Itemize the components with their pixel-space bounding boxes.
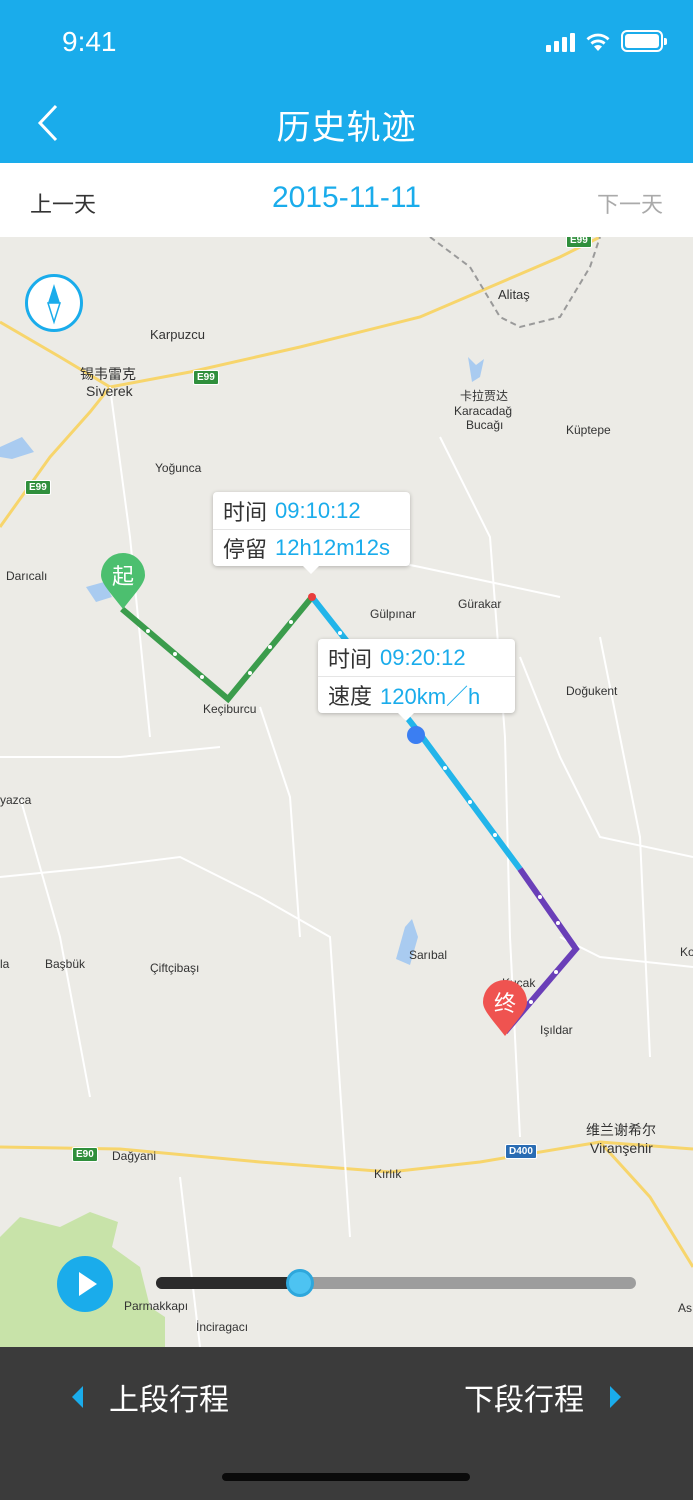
callout-time-label: 时间 — [328, 646, 373, 672]
compass-icon — [46, 284, 62, 325]
place-label: Siverek — [86, 383, 133, 399]
callout-stay-value: 12h12m12s — [275, 535, 390, 560]
start-pin[interactable]: 起 — [99, 551, 147, 611]
road-badge-e99: E99 — [566, 237, 592, 248]
callout-time-row: 时间 09:10:12 — [213, 492, 410, 529]
speed-info-callout: 时间 09:20:12 速度 120km／h — [318, 639, 515, 721]
place-label: Yoğunca — [155, 461, 202, 475]
date-bar: 上一天 2015-11-11 下一天 — [0, 163, 693, 237]
bottom-bar: 上段行程 下段行程 — [0, 1347, 693, 1500]
place-label: 锡韦雷克 — [80, 366, 136, 382]
place-label: Dağyani — [112, 1149, 157, 1163]
home-indicator — [222, 1473, 470, 1481]
place-label: la — [0, 957, 10, 971]
callout-speed-value: 120km／h — [380, 684, 481, 709]
place-label: Küptepe — [566, 423, 611, 437]
place-label: Keçiburcu — [203, 702, 257, 716]
place-label: Alitaş — [498, 287, 530, 302]
callout-stay-row: 停留 12h12m12s — [213, 529, 410, 566]
road-badge-e99: E99 — [25, 480, 51, 495]
app-header: 9:41 历史轨迹 — [0, 0, 693, 163]
play-button[interactable] — [57, 1256, 113, 1312]
place-label: yazca — [0, 793, 32, 807]
cellular-signal-icon — [546, 32, 575, 52]
prev-trip-label: 上段行程 — [109, 1384, 229, 1417]
place-label: Parmakkapı — [124, 1299, 189, 1313]
road-badge-d400: D400 — [505, 1144, 537, 1159]
callout-speed-row: 速度 120km／h — [318, 676, 515, 713]
prev-trip-button[interactable]: 上段行程 — [72, 1375, 229, 1419]
road-badge-e99: E99 — [193, 370, 219, 385]
place-label: Karacadağ — [454, 404, 513, 418]
playback-progress-fill — [156, 1277, 300, 1289]
place-label: Doğukent — [566, 684, 618, 698]
callout-time-row: 时间 09:20:12 — [318, 639, 515, 676]
next-trip-label: 下段行程 — [464, 1384, 584, 1417]
play-icon — [79, 1272, 97, 1296]
road-badge-e90: E90 — [72, 1147, 98, 1162]
callout-speed-label: 速度 — [328, 684, 373, 709]
place-label: 卡拉贾达 — [460, 389, 509, 403]
place-label: Işıldar — [540, 1023, 573, 1037]
map-view[interactable]: Alitaş Karpuzcu 锡韦雷克 Siverek 卡拉贾达 Karaca… — [0, 237, 693, 1347]
place-label: Başbük — [45, 957, 86, 971]
place-label: Çiftçibaşı — [150, 961, 200, 975]
stop-info-callout: 时间 09:10:12 停留 12h12m12s — [213, 492, 410, 574]
place-label: Sarıbal — [409, 948, 448, 962]
place-label: Viranşehir — [590, 1140, 653, 1156]
caret-right-icon — [610, 1386, 621, 1408]
next-trip-button[interactable]: 下段行程 — [464, 1375, 621, 1419]
map-base — [0, 237, 693, 1347]
caret-left-icon — [72, 1386, 83, 1408]
end-pin-label: 终 — [493, 991, 516, 1016]
place-label: Gülpınar — [370, 607, 417, 621]
callout-time-value: 09:10:12 — [275, 497, 361, 523]
callout-time-value: 09:20:12 — [380, 644, 466, 670]
start-pin-label: 起 — [111, 564, 134, 589]
next-day-button[interactable]: 下一天 — [597, 187, 663, 219]
date-display[interactable]: 2015-11-11 — [0, 181, 693, 215]
battery-icon — [621, 30, 667, 52]
place-label: Gürakar — [458, 597, 502, 611]
callout-stay-label: 停留 — [223, 537, 268, 562]
status-icons — [546, 30, 667, 52]
page-title: 历史轨迹 — [276, 109, 417, 147]
place-label: 维兰谢希尔 — [586, 1122, 656, 1138]
callout-time-label: 时间 — [223, 499, 268, 525]
playback-progress-bar[interactable] — [156, 1269, 636, 1297]
place-label: Karpuzcu — [150, 327, 205, 342]
place-label: İnciragacı — [196, 1320, 249, 1334]
place-label: Darıcalı — [6, 569, 48, 583]
end-pin[interactable]: 终 — [481, 978, 529, 1038]
place-label: As — [678, 1301, 693, 1315]
playback-progress-thumb[interactable] — [286, 1269, 314, 1297]
compass-button[interactable] — [25, 274, 83, 332]
place-label: Kırlık — [374, 1167, 402, 1181]
status-time: 9:41 — [62, 26, 117, 57]
wifi-icon — [586, 33, 610, 51]
place-label: Ko — [680, 945, 693, 959]
place-label: Bucağı — [466, 418, 504, 432]
